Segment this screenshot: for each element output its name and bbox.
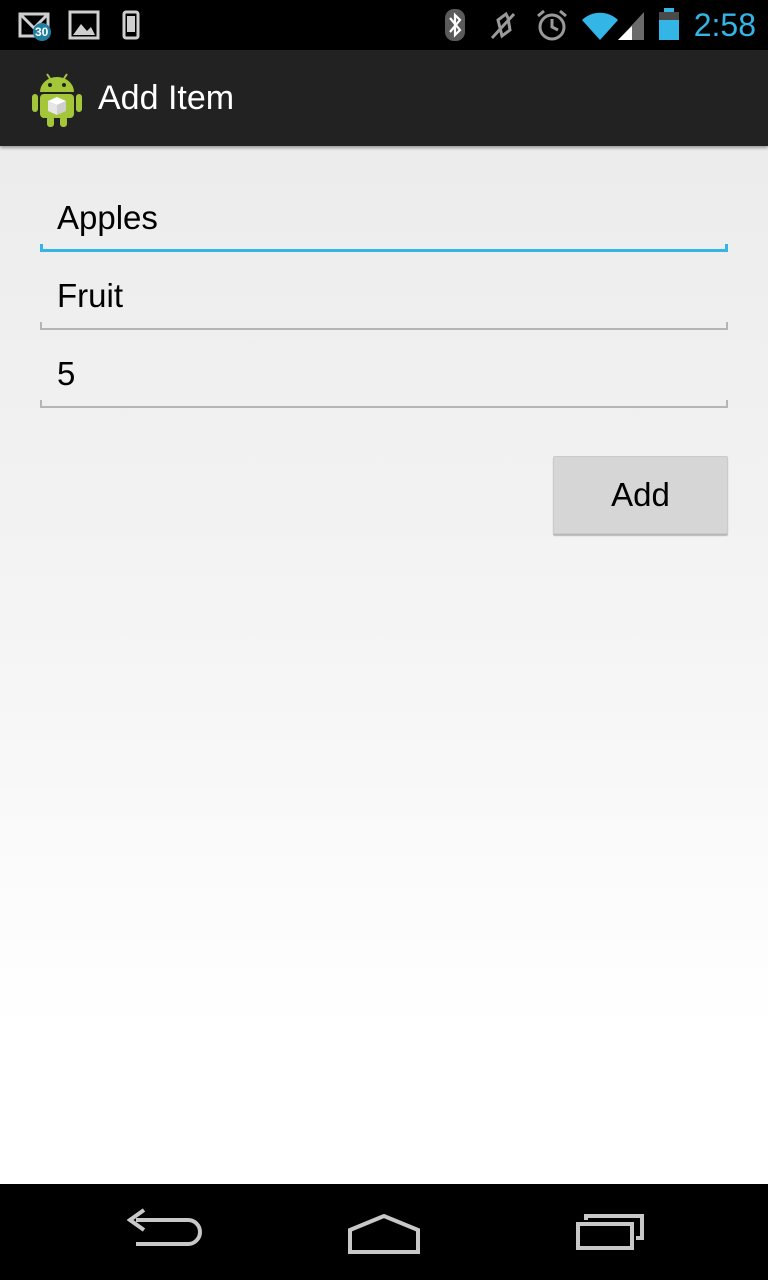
status-bar: 30 2:58 — [0, 0, 768, 50]
content-area: Add — [0, 146, 768, 1184]
recents-icon[interactable] — [550, 1202, 670, 1262]
status-clock: 2:58 — [693, 7, 756, 43]
item-name-field — [40, 188, 728, 252]
item-name-tick-left — [40, 244, 43, 252]
phone-icon — [122, 10, 140, 40]
alarm-icon — [537, 9, 567, 41]
action-bar: Add Item — [0, 50, 768, 146]
page-title: Add Item — [98, 79, 235, 117]
navigation-bar — [0, 1184, 768, 1280]
category-input[interactable] — [40, 266, 728, 326]
add-button[interactable]: Add — [553, 456, 728, 534]
battery-icon — [659, 8, 679, 40]
quantity-input[interactable] — [40, 344, 728, 404]
gmail-count-badge: 30 — [35, 25, 49, 39]
home-icon[interactable] — [324, 1202, 444, 1262]
quantity-underline — [40, 406, 728, 408]
quantity-field — [40, 344, 728, 408]
category-tick-left — [40, 322, 42, 330]
category-underline — [40, 328, 728, 330]
gallery-icon — [68, 10, 100, 40]
screen: 30 2:58 Add Item Apples Fruit 5 Add — [0, 0, 768, 1280]
wifi-icon — [582, 12, 618, 41]
category-tick-right — [726, 322, 728, 330]
android-icon[interactable] — [30, 70, 84, 128]
quantity-tick-right — [726, 400, 728, 408]
item-name-underline — [40, 249, 728, 252]
quantity-tick-left — [40, 400, 42, 408]
back-icon[interactable] — [100, 1202, 220, 1262]
signal-icon — [618, 12, 644, 40]
item-name-tick-right — [725, 244, 728, 252]
item-name-input[interactable] — [40, 188, 728, 248]
category-field — [40, 266, 728, 330]
bluetooth-icon — [445, 9, 465, 41]
mute-icon — [490, 11, 516, 40]
